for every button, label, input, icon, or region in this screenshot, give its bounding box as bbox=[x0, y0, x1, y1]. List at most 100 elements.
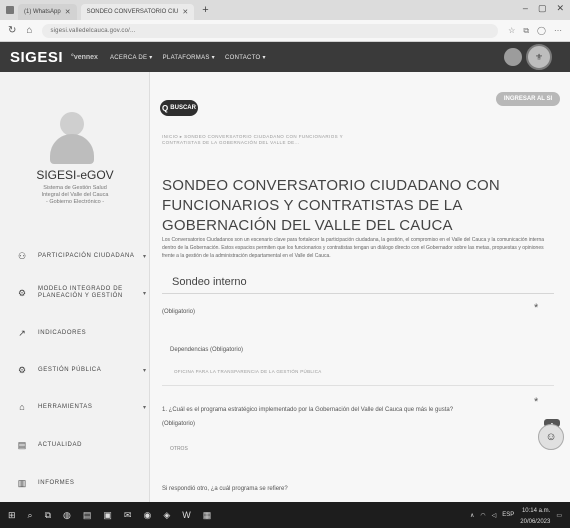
login-button[interactable]: INGRESAR AL SI bbox=[496, 92, 560, 106]
news-icon: ▤ bbox=[17, 439, 27, 450]
breadcrumb[interactable]: INICIO ▸ SONDEO CONVERSATORIO CIUDADANO … bbox=[162, 134, 362, 146]
reload-icon[interactable]: ↻ bbox=[8, 25, 16, 36]
browser-tools: ☆ ⧉ ◯ ⋯ bbox=[508, 26, 562, 36]
required-star: * bbox=[534, 396, 539, 408]
chevron-down-icon: ▾ bbox=[142, 253, 146, 260]
search-icon[interactable]: ⌕ bbox=[28, 510, 33, 521]
screenshot: (1) WhatsApp ✕ SONDEO CONVERSATORIO CIU … bbox=[0, 0, 570, 528]
nav-contacto[interactable]: CONTACTO ▾ bbox=[225, 54, 266, 61]
word-icon[interactable]: W bbox=[182, 510, 191, 520]
sidebar-item-label: INDICADORES bbox=[38, 329, 87, 336]
gears-icon: ⚙ bbox=[17, 287, 27, 298]
question-1-answer[interactable]: OTROS bbox=[170, 446, 188, 452]
store-icon[interactable]: ▣ bbox=[103, 510, 112, 521]
sidebar-item-mipg[interactable]: ⚙ MODELO INTEGRADO DE PLANEACIÓN Y GESTI… bbox=[16, 284, 146, 302]
clock-time: 10:14 a.m. bbox=[521, 508, 551, 514]
people-icon: ⚇ bbox=[17, 250, 27, 261]
chart-icon: ↗ bbox=[18, 327, 26, 338]
menu-icon[interactable]: ⋯ bbox=[554, 26, 562, 36]
main-content: Q BUSCAR INGRESAR AL SI INICIO ▸ SONDEO … bbox=[150, 72, 570, 502]
dependencias-label: Dependencias (Obligatorio) bbox=[170, 347, 244, 353]
sidebar-item-label: PARTICIPACIÓN CIUDADANA bbox=[38, 252, 135, 259]
intro-text: Los Conversatorios Ciudadanos son un esc… bbox=[162, 237, 545, 259]
chevron-down-icon: ▾ bbox=[142, 367, 146, 374]
tab-label: SONDEO CONVERSATORIO CIU bbox=[86, 9, 179, 15]
divider bbox=[162, 293, 554, 294]
tab-whatsapp[interactable]: (1) WhatsApp ✕ bbox=[18, 4, 77, 20]
home-icon[interactable]: ⌂ bbox=[26, 25, 32, 36]
required-star: * bbox=[534, 302, 539, 314]
close-window-icon[interactable]: ✕ bbox=[556, 3, 564, 14]
section-title: Sondeo interno bbox=[172, 276, 247, 288]
org-name: SIGESI-eGOV bbox=[36, 168, 114, 182]
public-management-icon: ⚙ bbox=[17, 364, 27, 375]
question-1-required: (Obligatorio) bbox=[162, 421, 196, 427]
maximize-icon[interactable]: ▢ bbox=[538, 3, 547, 14]
sidebar-item-label: ACTUALIDAD bbox=[38, 441, 83, 448]
window-controls: – ▢ ✕ bbox=[523, 3, 564, 14]
search-button[interactable]: Q BUSCAR bbox=[160, 100, 198, 116]
brand-logo: °vennex bbox=[71, 53, 98, 61]
sidebar-item-herramientas[interactable]: ⌂ HERRAMIENTAS ▾ bbox=[16, 400, 146, 414]
page-title: SONDEO CONVERSATORIO CIUDADANO CON FUNCI… bbox=[162, 177, 500, 234]
clock-date: 20/06/2023 bbox=[520, 519, 551, 525]
sidebar-item-label: GESTIÓN PÚBLICA bbox=[38, 366, 102, 373]
extensions-icon[interactable]: ⧉ bbox=[523, 26, 529, 36]
sidebar-item-gestion-publica[interactable]: ⚙ GESTIÓN PÚBLICA ▾ bbox=[16, 363, 146, 377]
report-icon: ▥ bbox=[17, 477, 27, 488]
nav-plataformas[interactable]: PLATAFORMAS ▾ bbox=[163, 54, 215, 61]
sidebar-item-actualidad[interactable]: ▤ ACTUALIDAD bbox=[16, 438, 146, 452]
site-logo[interactable]: SIGESI bbox=[10, 49, 63, 66]
excel-icon[interactable]: ▦ bbox=[203, 510, 212, 521]
org-subtitle: - Gobierno Electrónico - bbox=[45, 199, 105, 205]
windows-start-icon[interactable]: ⊞ bbox=[8, 510, 16, 521]
system-tray: ∧ ◠ ◁ ESP 10:14 a.m. 20/06/2023 ▭ bbox=[470, 504, 562, 526]
dependencias-select[interactable]: OFICINA PARA LA TRANSPARENCIA DE LA GEST… bbox=[174, 369, 322, 374]
chevron-down-icon: ▾ bbox=[142, 290, 146, 297]
tab-label: (1) WhatsApp bbox=[24, 9, 61, 15]
org-subtitle: Sistema de Gestión Salud bbox=[43, 185, 107, 191]
tab-sondeo[interactable]: SONDEO CONVERSATORIO CIU ✕ bbox=[80, 4, 195, 20]
window-menu-icon[interactable] bbox=[6, 6, 14, 14]
sidebar-item-label: INFORMES bbox=[38, 479, 75, 486]
minimize-icon[interactable]: – bbox=[523, 3, 528, 14]
language-icon[interactable]: ESP bbox=[502, 512, 514, 518]
org-subtitle: Integral del Valle del Cauca bbox=[41, 192, 109, 198]
emblem-icon bbox=[504, 48, 522, 66]
sidebar-item-informes[interactable]: ▥ INFORMES bbox=[16, 476, 146, 490]
close-icon[interactable]: ✕ bbox=[182, 8, 188, 16]
app-icon[interactable]: ◈ bbox=[163, 510, 170, 521]
wifi-icon[interactable]: ◠ bbox=[480, 512, 485, 519]
sidebar-item-indicadores[interactable]: ↗ INDICADORES bbox=[16, 326, 146, 340]
edge-icon[interactable]: ◍ bbox=[63, 510, 71, 521]
close-icon[interactable]: ✕ bbox=[65, 8, 71, 16]
divider bbox=[162, 385, 554, 386]
site-header: SIGESI °vennex ACERCA DE ▾ PLATAFORMAS ▾… bbox=[0, 42, 570, 72]
notifications-icon[interactable]: ▭ bbox=[556, 512, 562, 519]
nav-acerca[interactable]: ACERCA DE ▾ bbox=[110, 54, 153, 61]
sidebar-item-label: MODELO INTEGRADO DE PLANEACIÓN Y GESTIÓN bbox=[38, 286, 123, 299]
tools-icon: ⌂ bbox=[19, 402, 25, 412]
sidebar: SIGESI-eGOV Sistema de Gestión Salud Int… bbox=[0, 72, 150, 502]
question-2: Si respondió otro, ¿a cuál programa se r… bbox=[162, 486, 288, 492]
address-bar: ↻ ⌂ sigesi.valledelcauca.gov.co/... ☆ ⧉ … bbox=[0, 20, 570, 42]
chrome-icon[interactable]: ◉ bbox=[143, 510, 151, 521]
sidebar-item-participacion[interactable]: ⚇ PARTICIPACIÓN CIUDADANA ▾ bbox=[16, 249, 146, 263]
chevron-down-icon: ▾ bbox=[142, 404, 146, 411]
file-explorer-icon[interactable]: ▤ bbox=[83, 510, 92, 521]
favorite-icon[interactable]: ☆ bbox=[508, 26, 515, 36]
required-note: (Obligatorio) bbox=[162, 309, 196, 315]
url-input[interactable]: sigesi.valledelcauca.gov.co/... bbox=[42, 23, 499, 38]
mail-icon[interactable]: ✉ bbox=[124, 510, 132, 521]
new-tab-button[interactable]: + bbox=[202, 4, 208, 16]
main-nav: ACERCA DE ▾ PLATAFORMAS ▾ CONTACTO ▾ bbox=[110, 54, 266, 61]
profile-icon[interactable]: ◯ bbox=[537, 26, 546, 36]
search-icon: Q bbox=[162, 103, 169, 113]
clock[interactable]: 10:14 a.m. 20/06/2023 bbox=[520, 504, 550, 526]
chevron-up-icon[interactable]: ∧ bbox=[470, 512, 474, 519]
avatar-icon bbox=[50, 112, 94, 164]
chatbot-icon[interactable]: ☺ bbox=[538, 424, 564, 450]
question-1: 1. ¿Cuál es el programa estratégico impl… bbox=[162, 407, 454, 413]
volume-icon[interactable]: ◁ bbox=[492, 512, 497, 519]
task-view-icon[interactable]: ⧉ bbox=[45, 510, 51, 521]
